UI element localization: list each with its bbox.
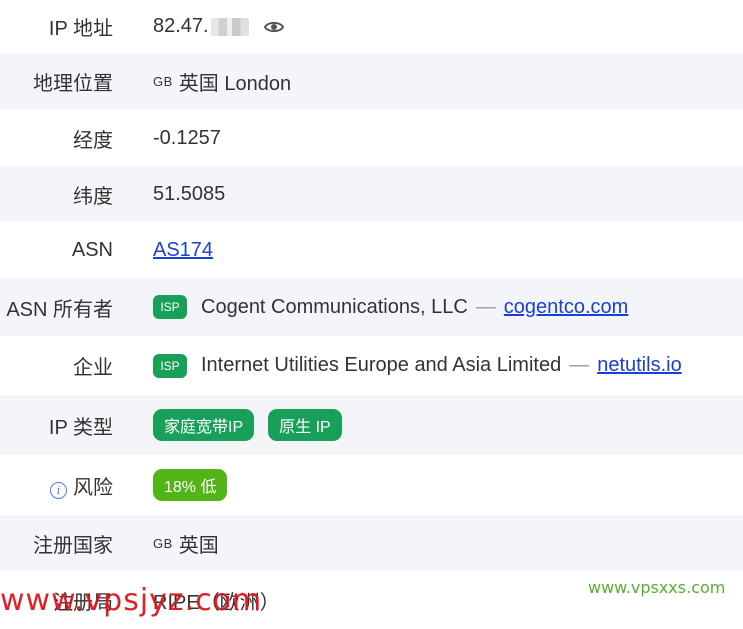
ip-info-table: IP 地址 82.47. 地理位置 GB 英国 London 经度 -0.125… — [0, 0, 743, 629]
ip-masked-blur — [210, 17, 249, 36]
value-asn-owner: ISP Cogent Communications, LLC — cogentc… — [153, 278, 743, 336]
asn-owner-name: Cogent Communications, LLC — [201, 295, 468, 318]
asn-owner-domain-link[interactable]: cogentco.com — [504, 296, 629, 319]
value-risk: 18% 低 — [153, 455, 743, 515]
label-asn-owner: ASN 所有者 — [6, 298, 113, 321]
isp-badge: ISP — [153, 353, 187, 378]
ip-address-partial: 82.47. — [153, 15, 209, 37]
company-name: Internet Utilities Europe and Asia Limit… — [201, 354, 562, 376]
value-longitude: -0.1257 — [153, 126, 221, 149]
label-registered-country: 注册国家 — [33, 534, 113, 557]
row-asn: ASN AS174 — [0, 222, 743, 278]
location-text: 英国 London — [178, 73, 292, 95]
label-ip-type: IP 类型 — [48, 416, 113, 439]
ip-type-tag-native: 原生 IP — [268, 409, 342, 441]
label-longitude: 经度 — [73, 129, 113, 152]
ip-type-tag-residential: 家庭宽带IP — [153, 409, 255, 441]
row-latitude: 纬度 51.5085 — [0, 166, 743, 222]
watermark-right: www.vpsxxs.com — [588, 578, 726, 597]
row-ip-address: IP 地址 82.47. — [0, 0, 743, 53]
risk-level-tag: 18% 低 — [153, 469, 228, 501]
label-company: 企业 — [73, 357, 113, 379]
value-ip-address: 82.47. — [153, 0, 743, 53]
registered-country-text: 英国 — [178, 534, 219, 557]
separator: — — [569, 354, 590, 376]
row-risk: i 风险 18% 低 — [0, 455, 743, 515]
label-geolocation: 地理位置 — [33, 73, 113, 95]
label-risk: i 风险 — [0, 471, 113, 500]
label-asn: ASN — [71, 238, 113, 261]
country-code: GB — [153, 74, 173, 89]
risk-label-text: 风险 — [73, 476, 113, 499]
row-asn-owner: ASN 所有者 ISP Cogent Communications, LLC —… — [0, 278, 743, 336]
watermark-left: www.vpsjyz.com — [0, 583, 263, 618]
value-company: ISP Internet Utilities Europe and Asia L… — [153, 336, 743, 395]
value-registered-country: GB 英国 — [153, 515, 743, 571]
label-ip-address: IP 地址 — [48, 18, 113, 40]
row-company: 企业 ISP Internet Utilities Europe and Asi… — [0, 336, 743, 395]
separator: — — [475, 295, 496, 318]
row-geolocation: 地理位置 GB 英国 London — [0, 53, 743, 110]
label-latitude: 纬度 — [73, 185, 113, 208]
value-asn: AS174 — [153, 222, 743, 278]
value-geolocation: GB 英国 London — [153, 53, 743, 110]
row-longitude: 经度 -0.1257 — [0, 110, 743, 166]
row-registered-country: 注册国家 GB 英国 — [0, 515, 743, 571]
value-ip-type: 家庭宽带IP 原生 IP — [153, 395, 743, 455]
asn-link[interactable]: AS174 — [153, 239, 213, 262]
info-circle-icon[interactable]: i — [50, 481, 67, 499]
isp-badge: ISP — [153, 295, 187, 319]
eye-icon[interactable] — [263, 16, 285, 38]
value-latitude: 51.5085 — [153, 182, 226, 205]
row-ip-type: IP 类型 家庭宽带IP 原生 IP — [0, 395, 743, 455]
company-domain-link[interactable]: netutils.io — [597, 354, 682, 377]
country-code: GB — [153, 535, 173, 551]
